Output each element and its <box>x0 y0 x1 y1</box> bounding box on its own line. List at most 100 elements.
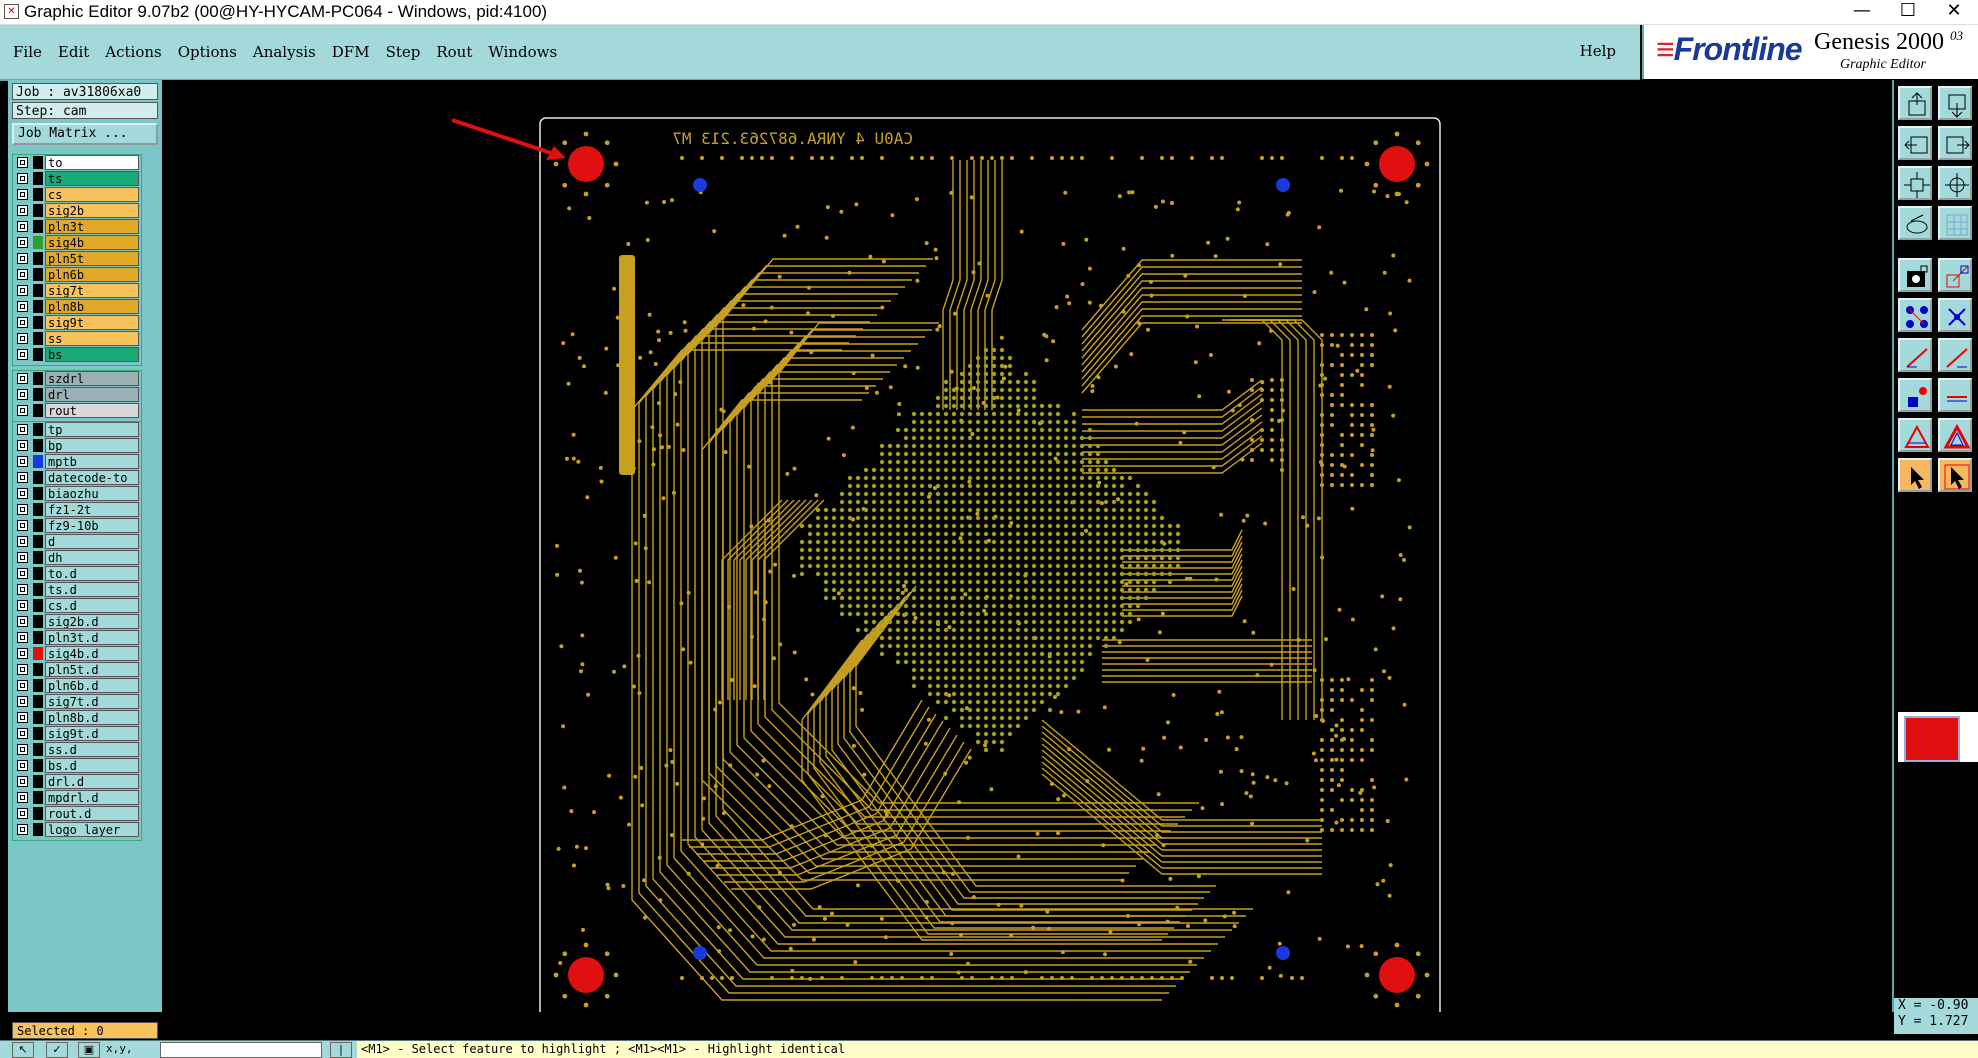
layer-name[interactable]: ts.d <box>45 582 139 597</box>
layer-name[interactable]: pln3t <box>45 219 139 234</box>
layer-name[interactable]: pln5t <box>45 251 139 266</box>
layer-checkbox[interactable] <box>17 520 28 531</box>
layer-row-fz9-10b[interactable]: fz9-10b <box>13 518 141 534</box>
layer-checkbox[interactable] <box>17 349 28 360</box>
layer-checkbox[interactable] <box>17 317 28 328</box>
layer-name[interactable]: pln5t.d <box>45 662 139 677</box>
layer-checkbox[interactable] <box>17 440 28 451</box>
layer-row-pln8b-d[interactable]: pln8b.d <box>13 710 141 726</box>
layer-row-pln6b-d[interactable]: pln6b.d <box>13 678 141 694</box>
layer-color-swatch[interactable] <box>33 631 43 644</box>
window-left-button[interactable] <box>1898 126 1932 160</box>
layer-checkbox[interactable] <box>17 285 28 296</box>
layer-up-button[interactable] <box>1898 86 1932 120</box>
layer-checkbox[interactable] <box>17 552 28 563</box>
layer-checkbox[interactable] <box>17 301 28 312</box>
layer-row-sig4b-d[interactable]: sig4b.d <box>13 646 141 662</box>
layer-row-logo-layer-[interactable]: logo_layer_ <box>13 822 141 838</box>
pointer-mode-icon[interactable]: ↖ <box>12 1042 34 1058</box>
layer-name[interactable]: sig7t <box>45 283 139 298</box>
layer-checkbox[interactable] <box>17 253 28 264</box>
layer-color-swatch[interactable] <box>33 759 43 772</box>
layer-row-rout[interactable]: rout <box>13 403 141 419</box>
maximize-button[interactable]: ☐ <box>1885 0 1931 24</box>
layer-color-swatch[interactable] <box>33 471 43 484</box>
layer-color-swatch[interactable] <box>33 503 43 516</box>
layer-name[interactable]: mpdrl.d <box>45 790 139 805</box>
layer-name[interactable]: pln3t.d <box>45 630 139 645</box>
layer-row-sig4b[interactable]: sig4b <box>13 235 141 251</box>
layer-color-swatch[interactable] <box>33 487 43 500</box>
layer-color-swatch[interactable] <box>33 455 43 468</box>
layer-row-bp[interactable]: bp <box>13 438 141 454</box>
layer-name[interactable]: ts <box>45 171 139 186</box>
layer-checkbox[interactable] <box>17 808 28 819</box>
triangle-bold-button[interactable] <box>1938 418 1972 452</box>
layer-row-tp[interactable]: tp <box>13 422 141 438</box>
layer-checkbox[interactable] <box>17 472 28 483</box>
layer-row-to-d[interactable]: to.d <box>13 566 141 582</box>
layer-checkbox[interactable] <box>17 648 28 659</box>
layer-row-drl-d[interactable]: drl.d <box>13 774 141 790</box>
layer-color-swatch[interactable] <box>33 663 43 676</box>
layer-name[interactable]: sig2b <box>45 203 139 218</box>
layer-color-swatch[interactable] <box>33 236 43 249</box>
menu-step[interactable]: Step <box>386 43 421 61</box>
layer-name[interactable]: cs <box>45 187 139 202</box>
layer-name[interactable]: sig4b.d <box>45 646 139 661</box>
layer-color-swatch[interactable] <box>33 268 43 281</box>
layer-name[interactable]: biaozhu <box>45 486 139 501</box>
layer-row-cs[interactable]: cs <box>13 187 141 203</box>
layer-name[interactable]: pln6b <box>45 267 139 282</box>
command-input[interactable] <box>160 1042 322 1058</box>
layer-color-swatch[interactable] <box>33 615 43 628</box>
pointer-select-button[interactable] <box>1938 458 1972 492</box>
layer-checkbox[interactable] <box>17 389 28 400</box>
layer-checkbox[interactable] <box>17 632 28 643</box>
layer-checkbox[interactable] <box>17 712 28 723</box>
line-edit-red-button[interactable] <box>1938 338 1972 372</box>
layer-color-swatch[interactable] <box>33 172 43 185</box>
zoom-home-button[interactable] <box>1938 166 1972 200</box>
layer-name[interactable]: to.d <box>45 566 139 581</box>
layer-name[interactable]: mptb <box>45 454 139 469</box>
line-edit-button[interactable] <box>1898 338 1932 372</box>
layer-color-swatch[interactable] <box>33 823 43 836</box>
layer-name[interactable]: to <box>45 155 139 170</box>
layer-color-swatch[interactable] <box>33 711 43 724</box>
layer-name[interactable]: rout <box>45 403 139 418</box>
layer-row-sig9t[interactable]: sig9t <box>13 315 141 331</box>
layer-row-sig2b[interactable]: sig2b <box>13 203 141 219</box>
menu-windows[interactable]: Windows <box>488 43 557 61</box>
pcb-view[interactable]: CA0U 4 YNRA.687263.213 M7 <box>162 80 1892 1030</box>
menu-help[interactable]: Help <box>1580 42 1616 60</box>
layer-name[interactable]: cs.d <box>45 598 139 613</box>
layer-color-swatch[interactable] <box>33 388 43 401</box>
layer-row-sig2b-d[interactable]: sig2b.d <box>13 614 141 630</box>
layer-color-swatch[interactable] <box>33 583 43 596</box>
close-button[interactable]: ✕ <box>1931 0 1977 24</box>
snap-icon[interactable]: ▣ <box>78 1042 100 1058</box>
layer-name[interactable]: drl <box>45 387 139 402</box>
layer-color-swatch[interactable] <box>33 316 43 329</box>
color-swatch[interactable] <box>1904 716 1960 762</box>
layer-color-swatch[interactable] <box>33 439 43 452</box>
layer-down-button[interactable] <box>1938 86 1972 120</box>
layer-color-swatch[interactable] <box>33 519 43 532</box>
layer-checkbox[interactable] <box>17 157 28 168</box>
layer-checkbox[interactable] <box>17 664 28 675</box>
layer-row-fz1-2t[interactable]: fz1-2t <box>13 502 141 518</box>
layer-row-sig7t[interactable]: sig7t <box>13 283 141 299</box>
layer-color-swatch[interactable] <box>33 372 43 385</box>
layer-checkbox[interactable] <box>17 776 28 787</box>
layer-name[interactable]: sig9t <box>45 315 139 330</box>
cross-button[interactable] <box>1938 298 1972 332</box>
layer-row-ts[interactable]: ts <box>13 171 141 187</box>
layer-row-d[interactable]: d <box>13 534 141 550</box>
layer-color-swatch[interactable] <box>33 695 43 708</box>
layer-name[interactable]: ss.d <box>45 742 139 757</box>
layer-color-swatch[interactable] <box>33 791 43 804</box>
zoom-fit-button[interactable] <box>1898 166 1932 200</box>
connect-nodes-button[interactable] <box>1898 298 1932 332</box>
layer-name[interactable]: ss <box>45 331 139 346</box>
